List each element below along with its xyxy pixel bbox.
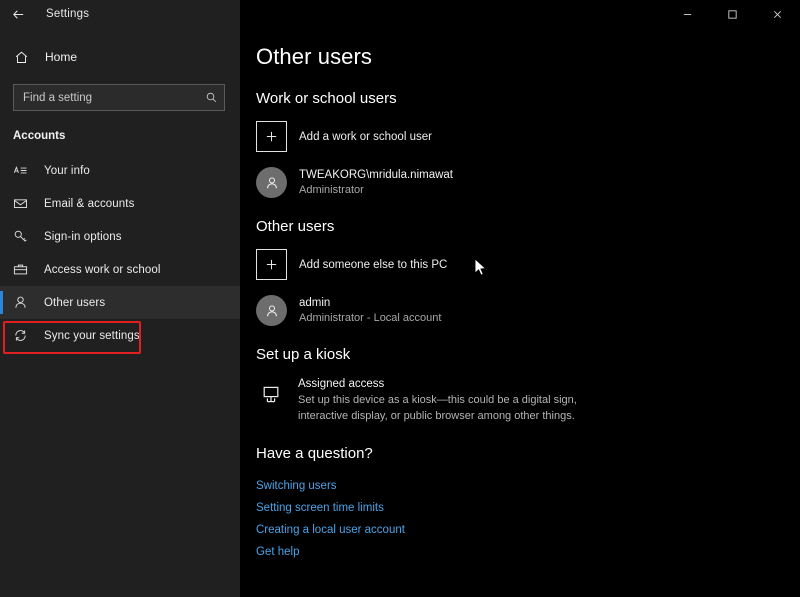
briefcase-icon (13, 262, 33, 277)
avatar-person-icon (256, 167, 287, 198)
help-links-list: Switching users Setting screen time limi… (240, 475, 800, 563)
title-bar: Settings (0, 0, 800, 28)
key-icon (13, 229, 33, 244)
sidebar-item-access-work-school[interactable]: Access work or school (0, 253, 240, 286)
sidebar-item-sign-in-options[interactable]: Sign-in options (0, 220, 240, 253)
search-input[interactable] (14, 85, 198, 110)
sidebar-item-your-info[interactable]: Your info (0, 154, 240, 187)
title-bar-left: Settings (0, 0, 240, 28)
section-title-other-users: Other users (256, 218, 800, 235)
help-link-get-help[interactable]: Get help (256, 541, 299, 563)
search-box[interactable] (13, 84, 225, 111)
local-user-info: admin Administrator - Local account (299, 296, 441, 326)
sidebar-label: Sign-in options (44, 231, 122, 243)
sidebar-label: Email & accounts (44, 198, 134, 210)
help-link-switching-users[interactable]: Switching users (256, 475, 337, 497)
avatar-person-icon (256, 295, 287, 326)
add-someone-else-label: Add someone else to this PC (299, 259, 447, 271)
plus-box-icon (256, 249, 287, 280)
person-icon (13, 295, 33, 310)
add-someone-else-button[interactable]: Add someone else to this PC (256, 249, 800, 280)
sidebar-item-sync-your-settings[interactable]: Sync your settings (0, 319, 240, 352)
envelope-icon (13, 196, 33, 211)
add-work-school-user-button[interactable]: Add a work or school user (256, 121, 800, 152)
monitor-icon (256, 380, 286, 410)
sidebar-home-label: Home (45, 50, 77, 64)
close-button[interactable] (755, 0, 800, 28)
app-title: Settings (46, 8, 89, 20)
section-title-work-users: Work or school users (256, 90, 800, 107)
minimize-button[interactable] (665, 0, 710, 28)
sidebar-item-home[interactable]: Home (14, 44, 240, 70)
add-work-school-user-label: Add a work or school user (299, 131, 432, 143)
sidebar-nav-list: Your info Email & accounts Sign-in optio… (0, 154, 240, 352)
main-content: Other users Work or school users Add a w… (240, 28, 800, 597)
sidebar-item-other-users[interactable]: Other users (0, 286, 240, 319)
maximize-button[interactable] (710, 0, 755, 28)
work-user-name: TWEAKORG\mridula.nimawat (299, 168, 453, 183)
assigned-access-button[interactable]: Assigned access Set up this device as a … (256, 378, 800, 425)
sidebar-label: Access work or school (44, 264, 161, 276)
assigned-access-title: Assigned access (298, 378, 598, 390)
sidebar-label: Your info (44, 165, 90, 177)
sidebar-label: Sync your settings (44, 330, 140, 342)
section-title-help: Have a question? (256, 445, 800, 462)
sync-icon (13, 328, 33, 343)
section-title-kiosk: Set up a kiosk (256, 346, 800, 363)
work-user-info: TWEAKORG\mridula.nimawat Administrator (299, 168, 453, 198)
sidebar-item-email-accounts[interactable]: Email & accounts (0, 187, 240, 220)
plus-box-icon (256, 121, 287, 152)
assigned-access-description: Set up this device as a kiosk—this could… (298, 393, 598, 425)
sidebar-category-title: Accounts (13, 130, 240, 142)
home-icon (14, 50, 34, 65)
work-user-role: Administrator (299, 183, 453, 197)
id-card-icon (13, 163, 33, 178)
local-user-name: admin (299, 296, 441, 311)
work-user-row[interactable]: TWEAKORG\mridula.nimawat Administrator (256, 167, 800, 198)
help-link-screen-time-limits[interactable]: Setting screen time limits (256, 497, 384, 519)
assigned-access-info: Assigned access Set up this device as a … (298, 378, 598, 425)
help-link-create-local-account[interactable]: Creating a local user account (256, 519, 405, 541)
sidebar: Home Accounts Your info (0, 28, 240, 597)
page-title: Other users (256, 44, 800, 70)
local-user-role: Administrator - Local account (299, 311, 441, 325)
local-user-row[interactable]: admin Administrator - Local account (256, 295, 800, 326)
search-icon[interactable] (198, 91, 224, 104)
sidebar-label: Other users (44, 297, 105, 309)
window-controls (240, 0, 800, 28)
back-button[interactable] (0, 0, 36, 28)
